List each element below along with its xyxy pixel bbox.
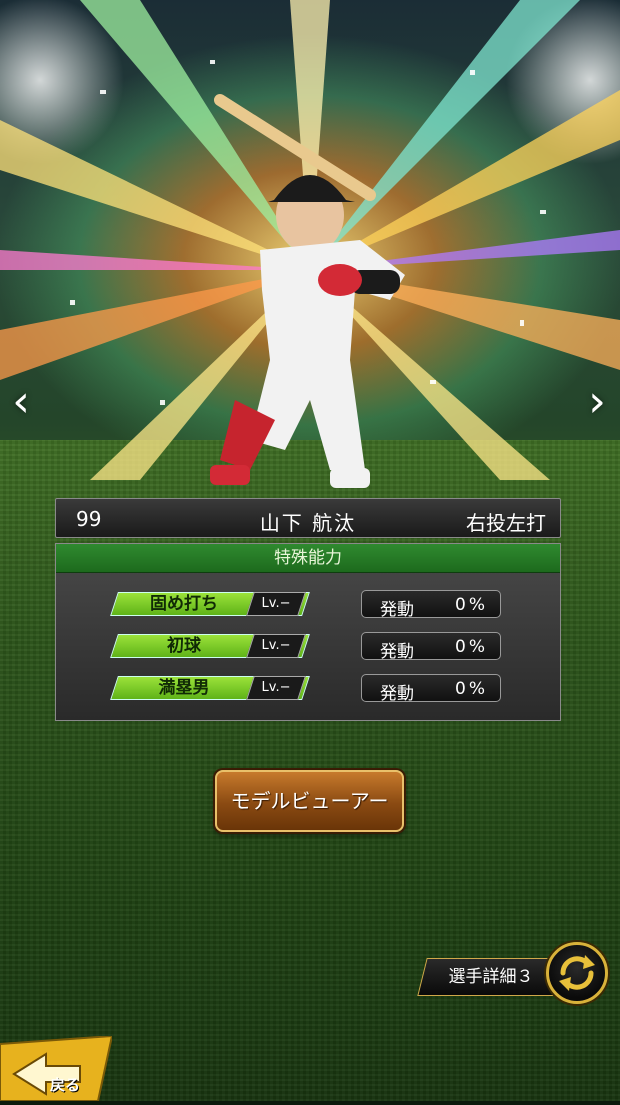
skill-level: Lv.− (261, 680, 291, 695)
player-detail-label[interactable]: 選手詳細３ (428, 958, 554, 996)
switch-detail-button[interactable] (546, 942, 608, 1004)
player-handedness: 右投左打 (466, 511, 546, 535)
chevron-left-icon[interactable]: ‹ (8, 380, 34, 424)
skill-level: Lv.− (261, 638, 291, 653)
skill-name: 固め打ち (150, 594, 218, 614)
trigger-label: 発動 (380, 684, 414, 704)
back-label[interactable]: 戻る (50, 1074, 80, 1095)
trigger-rate-box: 発動 0% (361, 590, 501, 620)
trigger-rate: 0% (455, 595, 488, 615)
trigger-rate: 0% (455, 637, 488, 657)
player-info-bar: 99 山下 航汰 右投左打 (55, 498, 561, 538)
skill-name: 満塁男 (158, 678, 210, 698)
skill-name: 初球 (167, 636, 201, 656)
trigger-label: 発動 (380, 600, 414, 620)
chevron-right-icon[interactable]: › (584, 380, 610, 424)
special-ability-panel: 特殊能力 固め打ち Lv.− 発動 0% 初球 Lv.− 発動 0% 満塁男 L… (55, 543, 561, 721)
ability-row[interactable]: 初球 Lv.− 発動 0% (56, 632, 560, 662)
skill-level: Lv.− (261, 596, 291, 611)
player-image[interactable] (190, 90, 450, 500)
ability-row[interactable]: 満塁男 Lv.− 発動 0% (56, 674, 560, 704)
model-viewer-button[interactable]: モデルビューアー (215, 770, 404, 832)
refresh-icon (559, 955, 595, 991)
ability-row[interactable]: 固め打ち Lv.− 発動 0% (56, 590, 560, 620)
ability-panel-title: 特殊能力 (56, 544, 560, 573)
trigger-rate: 0% (455, 679, 488, 699)
trigger-rate-box: 発動 0% (361, 632, 501, 662)
trigger-label: 発動 (380, 642, 414, 662)
trigger-rate-box: 発動 0% (361, 674, 501, 704)
